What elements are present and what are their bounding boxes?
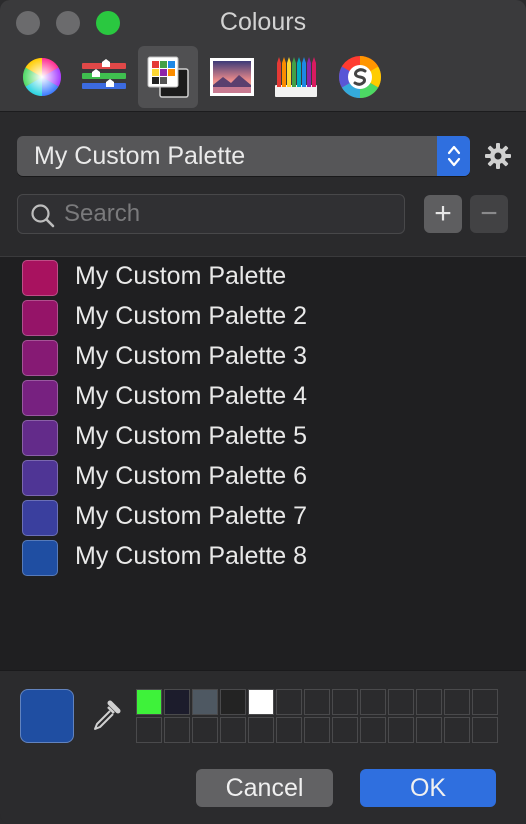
tab-colour-sliders[interactable] <box>74 46 134 108</box>
search-input[interactable] <box>64 199 394 229</box>
palette-swatch <box>22 460 58 496</box>
colour-well[interactable] <box>276 717 302 743</box>
list-item[interactable]: My Custom Palette 4 <box>0 378 526 418</box>
colour-well[interactable] <box>332 689 358 715</box>
tab-pencils[interactable] <box>266 46 326 108</box>
list-item[interactable]: My Custom Palette 3 <box>0 338 526 378</box>
colour-well[interactable] <box>388 689 414 715</box>
popup-stepper-icon <box>437 136 470 176</box>
colours-window: Colours My Custom Palette Search + − My … <box>0 0 526 824</box>
colour-well[interactable] <box>276 689 302 715</box>
colour-well[interactable] <box>248 689 274 715</box>
plus-icon: + <box>434 197 452 230</box>
colour-well[interactable] <box>304 689 330 715</box>
colour-well[interactable] <box>388 717 414 743</box>
colour-well[interactable] <box>472 717 498 743</box>
colour-well[interactable] <box>164 689 190 715</box>
current-colour-swatch[interactable] <box>20 689 74 743</box>
palette-name: My Custom Palette 4 <box>75 382 308 410</box>
list-item[interactable]: My Custom Palette <box>0 258 526 298</box>
palette-swatch <box>22 300 58 336</box>
colour-well[interactable] <box>248 717 274 743</box>
image-palettes-icon <box>210 58 254 96</box>
colour-well[interactable] <box>164 717 190 743</box>
palette-swatch <box>22 380 58 416</box>
colour-well[interactable] <box>136 689 162 715</box>
colour-well[interactable] <box>192 689 218 715</box>
add-colour-button[interactable]: + <box>424 195 462 233</box>
palette-name: My Custom Palette <box>75 262 287 290</box>
colour-well[interactable] <box>332 717 358 743</box>
colour-well[interactable] <box>472 689 498 715</box>
ok-button[interactable]: OK <box>360 769 496 807</box>
remove-colour-button[interactable]: − <box>470 195 508 233</box>
palette-list[interactable]: My Custom Palette My Custom Palette 2 My C… <box>0 256 526 670</box>
colour-wheel-icon <box>22 57 62 97</box>
colour-palettes-icon <box>147 56 189 98</box>
eyedropper-icon[interactable] <box>90 699 122 738</box>
palette-name: My Custom Palette 5 <box>75 422 308 450</box>
palette-popup-button[interactable]: My Custom Palette <box>17 136 470 176</box>
palette-name: My Custom Palette 7 <box>75 502 308 530</box>
palette-name: My Custom Palette 6 <box>75 462 308 490</box>
minus-icon: − <box>480 197 498 230</box>
sip-icon <box>338 55 382 98</box>
colour-well[interactable] <box>444 689 470 715</box>
colour-well[interactable] <box>220 689 246 715</box>
tab-sip[interactable] <box>330 46 390 108</box>
tab-colour-wheel[interactable] <box>12 46 72 108</box>
tab-image-palettes[interactable] <box>202 46 262 108</box>
palette-swatch <box>22 340 58 376</box>
list-item[interactable]: My Custom Palette 8 <box>0 538 526 578</box>
colour-well[interactable] <box>360 689 386 715</box>
colour-well[interactable] <box>416 717 442 743</box>
tab-colour-palettes[interactable] <box>138 46 198 108</box>
colour-well[interactable] <box>360 717 386 743</box>
colour-well[interactable] <box>220 717 246 743</box>
bottom-panel: Cancel OK <box>0 670 526 824</box>
pencils-icon <box>275 57 317 97</box>
colour-well[interactable] <box>192 717 218 743</box>
palette-swatch <box>22 420 58 456</box>
title-bar: Colours <box>0 0 526 112</box>
palette-swatch <box>22 500 58 536</box>
palette-name: My Custom Palette 2 <box>75 302 308 330</box>
list-item[interactable]: My Custom Palette 2 <box>0 298 526 338</box>
window-title: Colours <box>219 8 307 36</box>
palette-name: My Custom Palette 3 <box>75 342 308 370</box>
gear-icon[interactable] <box>484 142 512 170</box>
search-icon <box>31 204 55 228</box>
list-item[interactable]: My Custom Palette 7 <box>0 498 526 538</box>
palette-swatch <box>22 540 58 576</box>
palette-name: My Custom Palette 8 <box>75 542 308 570</box>
cancel-button[interactable]: Cancel <box>196 769 333 807</box>
palette-swatch <box>22 260 58 296</box>
colour-well[interactable] <box>444 717 470 743</box>
search-field[interactable] <box>17 194 405 234</box>
palette-popup-value: My Custom Palette <box>34 142 246 170</box>
colour-sliders-icon <box>82 59 126 89</box>
colour-well[interactable] <box>416 689 442 715</box>
list-item[interactable]: My Custom Palette 6 <box>0 458 526 498</box>
colour-well[interactable] <box>304 717 330 743</box>
list-item[interactable]: My Custom Palette 5 <box>0 418 526 458</box>
colour-well[interactable] <box>136 717 162 743</box>
